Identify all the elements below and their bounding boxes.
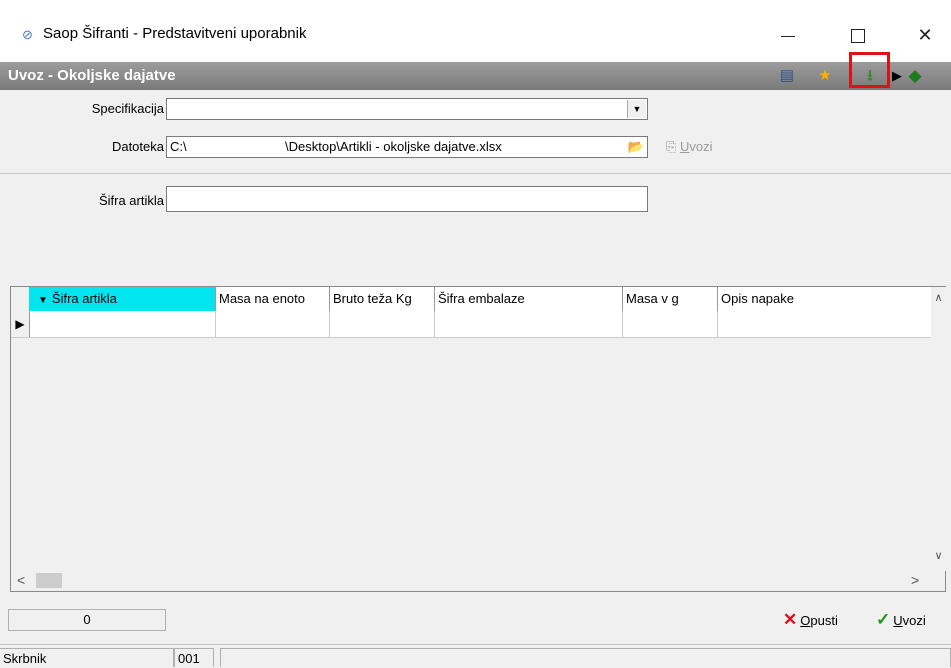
column-header-label: Šifra artikla (51, 291, 117, 306)
folder-open-icon[interactable]: 📂 (626, 138, 646, 156)
table-cell[interactable] (435, 311, 623, 337)
datoteka-value-prefix: C:\ (170, 139, 187, 154)
scroll-right-icon[interactable]: > (911, 572, 919, 588)
status-code: 001 (174, 648, 214, 667)
form-divider (0, 173, 951, 174)
table-cell[interactable] (29, 311, 216, 337)
scroll-up-icon[interactable]: ∧ (931, 291, 946, 304)
opusti-mnemonic: O (800, 613, 811, 628)
scroll-thumb[interactable] (36, 573, 62, 588)
star-icon[interactable]: ★ (814, 66, 836, 86)
column-header-sifra-artikla[interactable]: ▼ Šifra artikla (29, 287, 216, 311)
window-titlebar: ⊘ Saop Šifranti - Predstavitveni uporabn… (0, 0, 951, 62)
uvozi-button[interactable]: ✓ Uvozi (876, 610, 926, 630)
uvozi-top-mnemonic: U (680, 139, 690, 154)
opusti-label: pusti (810, 613, 838, 628)
scroll-down-icon[interactable]: ∨ (931, 549, 946, 562)
specifikacija-dropdown[interactable]: ▼ (166, 98, 648, 120)
check-icon: ✓ (876, 610, 891, 629)
minimize-icon (781, 35, 795, 37)
sifra-artikla-label: Šifra artikla (98, 193, 164, 208)
window-title: Saop Šifranti - Predstavitveni uporabnik (43, 25, 307, 42)
data-grid[interactable]: ▼ Šifra artikla Masa na enoto Bruto teža … (10, 286, 946, 592)
record-count: 0 (8, 609, 166, 631)
column-header-opis-napake[interactable]: Opis napake (718, 287, 931, 311)
close-icon: ✕ (917, 25, 933, 45)
grid-header-indicator (11, 287, 30, 311)
column-header-masa-v-g[interactable]: Masa v g (623, 287, 718, 311)
cancel-x-icon: ✕ (783, 610, 798, 629)
uvozi-label: vozi (902, 613, 926, 628)
datoteka-field[interactable]: C:\ \Desktop\Artikli - okoljske dajatve.… (166, 136, 648, 158)
uvozi-top-label: vozi (689, 139, 713, 154)
column-header-masa-na-enoto[interactable]: Masa na enoto (216, 287, 330, 311)
form-header-bar: Uvoz - Okoljske dajatve ▤ ★ ⭳ ▶ ◆ (0, 62, 951, 90)
row-pointer-icon: ▶ (11, 311, 30, 337)
minimize-button[interactable] (763, 18, 813, 52)
datoteka-label: Datoteka (111, 139, 164, 154)
status-extra (220, 648, 951, 667)
column-header-sifra-embalaze[interactable]: Šifra embalaze (435, 287, 623, 311)
chevron-down-icon[interactable]: ▼ (627, 100, 646, 118)
uvozi-top-button[interactable]: ⎘ Uvozi (666, 139, 713, 155)
table-cell[interactable] (330, 311, 435, 337)
sort-down-icon: ▼ (38, 295, 48, 306)
column-header-bruto-teza[interactable]: Bruto teža Kg (330, 287, 435, 311)
grid-header: ▼ Šifra artikla Masa na enoto Bruto teža … (11, 287, 931, 312)
scroll-left-icon[interactable]: < (17, 572, 25, 588)
table-row[interactable]: ▶ (11, 311, 931, 338)
close-button[interactable]: ✕ (900, 18, 950, 52)
table-cell[interactable] (718, 311, 931, 337)
table-cell[interactable] (623, 311, 718, 337)
horizontal-scrollbar[interactable]: < > (11, 571, 945, 591)
opusti-button[interactable]: ✕ Opusti (783, 610, 838, 630)
maximize-button[interactable] (833, 18, 883, 52)
status-user: Skrbnik (0, 648, 174, 667)
uvozi-mnemonic: U (893, 613, 903, 628)
vertical-scrollbar[interactable]: ∧ ∨ (931, 287, 946, 571)
layout-icon[interactable]: ▤ (776, 66, 798, 86)
sifra-artikla-input[interactable] (166, 186, 648, 212)
datoteka-value-suffix: \Desktop\Artikli - okoljske dajatve.xlsx (285, 139, 502, 154)
status-bar: Skrbnik 001 (0, 644, 951, 667)
maximize-icon (851, 29, 865, 44)
app-logo-icon: ⊘ (22, 27, 33, 42)
table-cell[interactable] (216, 311, 330, 337)
import-icon-highlight (849, 52, 890, 88)
specifikacija-label: Specifikacija (91, 101, 164, 116)
book-icon[interactable]: ◆ (904, 66, 926, 86)
copy-icon: ⎘ (666, 139, 681, 154)
form-title: Uvoz - Okoljske dajatve (8, 67, 176, 84)
